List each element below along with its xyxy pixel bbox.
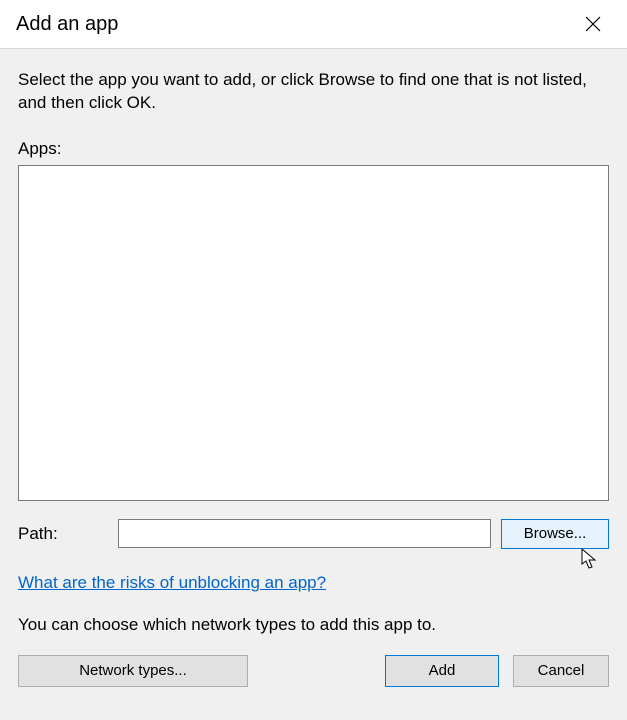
titlebar: Add an app [0,0,627,48]
cancel-button[interactable]: Cancel [513,655,609,687]
risks-link[interactable]: What are the risks of unblocking an app? [18,573,609,593]
path-input[interactable] [118,519,491,548]
network-types-text: You can choose which network types to ad… [18,615,609,635]
add-button[interactable]: Add [385,655,499,687]
path-row: Path: Browse... [18,519,609,549]
instructions-text: Select the app you want to add, or click… [18,69,609,115]
path-label: Path: [18,524,108,544]
network-types-button[interactable]: Network types... [18,655,248,687]
dialog-title: Add an app [16,13,118,36]
apps-listbox[interactable] [18,165,609,501]
close-button[interactable] [573,4,613,44]
close-icon [585,16,601,32]
apps-label: Apps: [18,139,609,159]
dialog-content: Select the app you want to add, or click… [0,48,627,720]
button-row: Network types... Add Cancel [18,655,609,687]
browse-button[interactable]: Browse... [501,519,609,549]
